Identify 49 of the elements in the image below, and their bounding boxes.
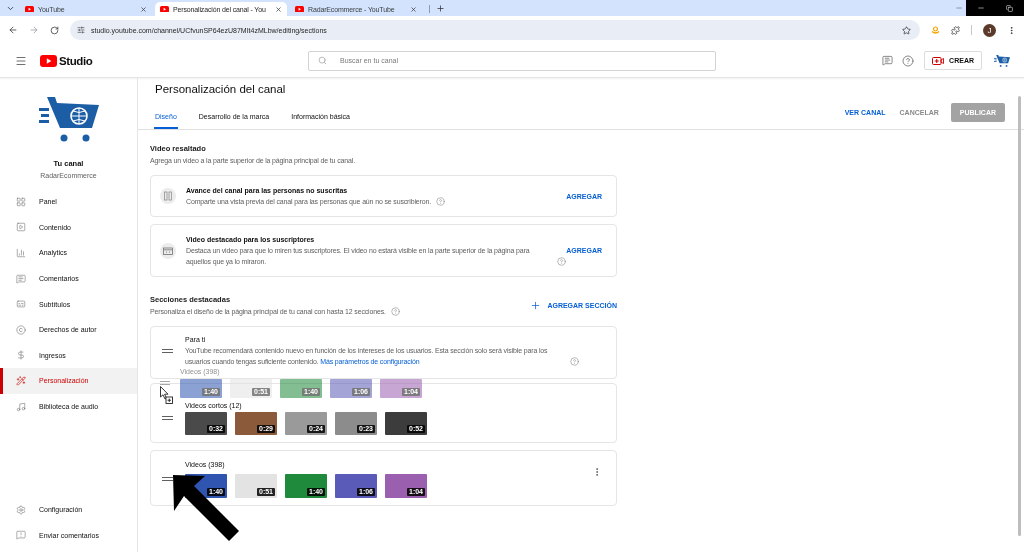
search-icon <box>318 55 327 65</box>
channel-avatar-icon <box>994 54 1010 67</box>
drag-handle-icon[interactable] <box>160 380 170 385</box>
page-title: Personalización del canal <box>155 82 287 97</box>
scrollbar-thumb[interactable] <box>1018 96 1021 536</box>
arrow-icon <box>173 475 241 543</box>
minimize-icon[interactable] <box>976 4 985 12</box>
close-icon[interactable] <box>410 5 417 13</box>
studio-logo[interactable]: Studio <box>40 54 93 67</box>
close-icon[interactable] <box>140 5 147 13</box>
copyright-icon <box>16 324 26 335</box>
play-square-icon <box>16 222 26 233</box>
forward-icon[interactable] <box>29 25 39 35</box>
bookmark-star-icon[interactable] <box>902 25 911 35</box>
video-play-icon <box>295 5 304 13</box>
columns-icon <box>160 188 176 204</box>
new-tab-icon[interactable] <box>436 4 445 13</box>
video-play-icon <box>25 5 34 13</box>
settings-icon <box>16 504 26 515</box>
cursor-icon <box>160 386 173 404</box>
back-icon[interactable] <box>8 25 18 35</box>
plus-icon <box>530 300 542 311</box>
reload-icon[interactable] <box>50 25 59 35</box>
extensions-puzzle-icon[interactable] <box>951 25 960 35</box>
dashboard-grid-icon <box>16 196 26 207</box>
more-menu-icon[interactable] <box>1007 25 1016 35</box>
drag-handle-icon[interactable] <box>162 416 173 420</box>
help-icon[interactable] <box>902 54 915 67</box>
site-settings-icon[interactable] <box>77 26 85 34</box>
profile-avatar[interactable]: J <box>983 23 996 37</box>
menu-icon[interactable] <box>15 54 27 67</box>
dollar-icon <box>16 350 26 361</box>
drag-handle-icon[interactable] <box>162 348 173 353</box>
bar-chart-icon <box>16 248 26 258</box>
video-play-icon <box>160 5 169 13</box>
comment-icon <box>16 273 26 284</box>
drag-handle-icon[interactable] <box>162 476 173 481</box>
feedback-icon[interactable] <box>882 55 894 66</box>
video-add-icon <box>932 56 945 65</box>
magic-wand-icon <box>16 375 26 386</box>
channel-logo-icon <box>38 97 99 142</box>
captions-icon <box>16 299 26 310</box>
restore-icon[interactable] <box>1006 4 1014 12</box>
close-icon[interactable] <box>275 5 282 13</box>
window-icon <box>160 242 176 259</box>
play-logo-icon <box>40 54 57 67</box>
tab-list-icon[interactable] <box>6 4 15 13</box>
feedback-icon <box>16 530 26 541</box>
music-note-icon <box>16 401 26 412</box>
